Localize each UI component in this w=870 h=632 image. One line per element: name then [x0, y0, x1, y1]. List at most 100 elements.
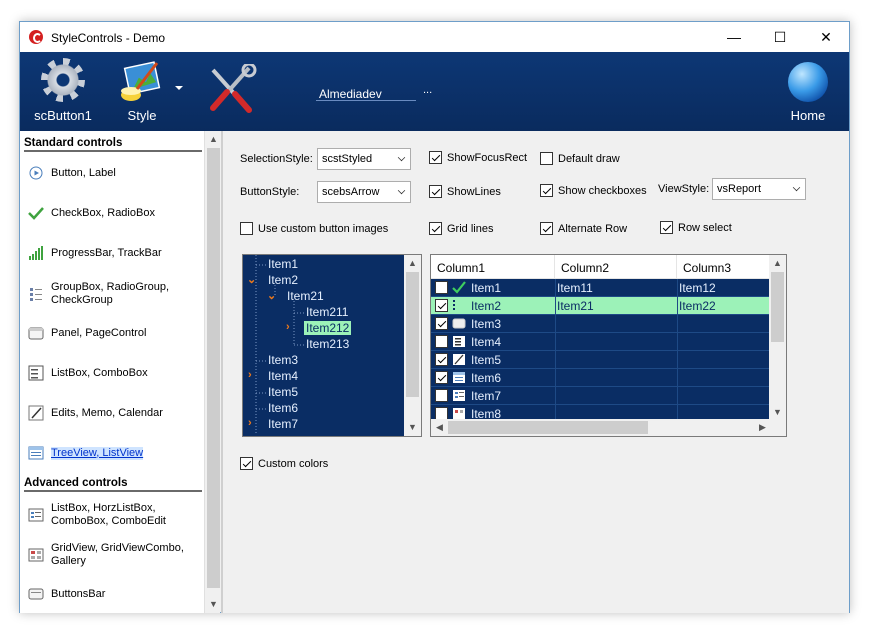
scbutton1-button[interactable]: scButton1	[28, 52, 98, 131]
list-vscroll-thumb[interactable]	[771, 272, 784, 342]
show-checkboxes-checkbox[interactable]: Show checkboxes	[540, 184, 647, 197]
sidebar-item-checkbox-radiobox[interactable]: CheckBox, RadioBox	[28, 205, 203, 221]
list-row[interactable]: Item1 Item11 Item12	[431, 279, 771, 297]
row-select-checkbox[interactable]: Row select	[660, 221, 732, 234]
sidebar-item-panel-pagecontrol[interactable]: Panel, PageControl	[28, 325, 203, 341]
toolbar: scButton1 Style Almediadev ... Home	[20, 52, 849, 131]
default-draw-checkbox[interactable]: Default draw	[540, 152, 620, 165]
sidebar-item-buttonsbar[interactable]: ButtonsBar	[28, 586, 203, 602]
list-row[interactable]: Item6	[431, 369, 771, 387]
maximize-button[interactable]: ☐	[757, 22, 803, 52]
list-hscroll-thumb[interactable]	[448, 421, 648, 434]
app-window: StyleControls - Demo — ☐ ✕ scButton1 Sty…	[19, 21, 850, 613]
list-row[interactable]: Item4	[431, 333, 771, 351]
style-dropdown-arrow-icon[interactable]	[175, 86, 183, 90]
sidebar-item-groupbox[interactable]: GroupBox, RadioGroup, CheckGroup	[28, 281, 203, 307]
chevron-right-icon[interactable]: ›	[248, 369, 252, 381]
list-horizontal-scrollbar[interactable]: ◀ ▶	[431, 419, 771, 436]
tree-node[interactable]: Item21	[287, 289, 324, 303]
column-header[interactable]: Column3	[677, 255, 771, 279]
tree-node[interactable]: Item213	[306, 337, 349, 351]
home-button[interactable]: Home	[778, 52, 838, 131]
sidebar-item-gridview[interactable]: GridView, GridViewCombo, Gallery	[28, 542, 203, 568]
checkbox-label: ShowFocusRect	[447, 151, 528, 164]
checkbox-box[interactable]	[429, 222, 442, 235]
row-checkbox[interactable]	[435, 353, 448, 366]
row-checkbox[interactable]	[435, 299, 448, 312]
checkbox-box[interactable]	[240, 457, 253, 470]
chevron-down-icon	[397, 186, 406, 195]
scroll-up-icon[interactable]: ▲	[205, 131, 220, 148]
custom-colors-checkbox[interactable]: Custom colors	[240, 457, 328, 470]
sidebar-scrollbar[interactable]: ▲ ▼	[204, 131, 220, 613]
row-checkbox[interactable]	[435, 335, 448, 348]
tree-node[interactable]: Item1	[268, 257, 298, 271]
list-row-selected[interactable]: Item2 Item21 Item22	[431, 297, 771, 315]
scroll-up-icon[interactable]: ▲	[404, 255, 421, 272]
checkbox-label: Use custom button images	[258, 222, 389, 235]
list-row[interactable]: Item3	[431, 315, 771, 333]
scroll-left-icon[interactable]: ◀	[431, 419, 448, 436]
sidebar-item-button-label[interactable]: Button, Label	[28, 165, 203, 181]
sidebar-item-listbox-advanced[interactable]: ListBox, HorzListBox, ComboBox, ComboEdi…	[28, 502, 203, 528]
chevron-down-icon[interactable]: ⌄	[267, 289, 276, 302]
tree-node[interactable]: Item3	[268, 353, 298, 367]
scroll-down-icon[interactable]: ▼	[205, 596, 220, 613]
column-header[interactable]: Column1	[431, 255, 555, 279]
chevron-right-icon[interactable]: ›	[286, 321, 290, 333]
tree-scroll-thumb[interactable]	[406, 272, 419, 397]
show-lines-checkbox[interactable]: ShowLines	[429, 185, 501, 198]
row-checkbox[interactable]	[435, 371, 448, 384]
row-checkbox[interactable]	[435, 281, 448, 294]
list-row[interactable]: Item5	[431, 351, 771, 369]
sidebar-item-progressbar-trackbar[interactable]: ProgressBar, TrackBar	[28, 245, 203, 261]
list-vertical-scrollbar[interactable]: ▲ ▼	[769, 255, 786, 421]
selection-style-combo[interactable]: scstStyled	[317, 148, 411, 170]
style-button[interactable]: Style	[112, 52, 172, 131]
checkbox-box[interactable]	[240, 222, 253, 235]
toolbar-edit-text[interactable]: Almediadev	[319, 87, 382, 101]
show-focus-rect-checkbox[interactable]: ShowFocusRect	[429, 151, 527, 164]
checkbox-box[interactable]	[540, 184, 553, 197]
tools-button[interactable]	[202, 52, 262, 131]
row-checkbox[interactable]	[435, 389, 448, 402]
sidebar-item-label: ListBox, HorzListBox, ComboBox, ComboEdi…	[51, 502, 166, 527]
button-style-combo[interactable]: scebsArrow	[317, 181, 411, 203]
checkbox-label: ShowLines	[447, 185, 501, 198]
row-checkbox[interactable]	[435, 317, 448, 330]
scroll-up-icon[interactable]: ▲	[769, 255, 786, 272]
tree-node[interactable]: Item6	[268, 401, 298, 415]
alternate-row-checkbox[interactable]: Alternate Row	[540, 222, 627, 235]
paint-palette-icon	[121, 61, 161, 101]
tree-node[interactable]: Item7	[268, 417, 298, 431]
sidebar-item-edits-memo-calendar[interactable]: Edits, Memo, Calendar	[28, 405, 203, 421]
view-style-combo[interactable]: vsReport	[712, 178, 806, 200]
use-custom-images-checkbox[interactable]: Use custom button images	[240, 222, 388, 235]
close-button[interactable]: ✕	[803, 22, 849, 52]
chevron-down-icon[interactable]: ⌄	[247, 273, 256, 286]
treeview-icon	[452, 371, 466, 384]
tree-scrollbar[interactable]: ▲ ▼	[404, 255, 421, 436]
scroll-down-icon[interactable]: ▼	[404, 419, 421, 436]
checkbox-box[interactable]	[429, 185, 442, 198]
sidebar-scroll-thumb[interactable]	[207, 148, 220, 588]
tree-view[interactable]: Item1 ⌄ Item2 ⌄ Item21 Item211 › Item212…	[242, 254, 422, 437]
tree-node[interactable]: Item4	[268, 369, 298, 383]
toolbar-edit-ellipsis-button[interactable]: ...	[423, 84, 432, 96]
sidebar-item-treeview-listview[interactable]: TreeView, ListView	[28, 445, 203, 461]
column-header[interactable]: Column2	[555, 255, 677, 279]
sidebar-item-listbox-combobox[interactable]: ListBox, ComboBox	[28, 365, 203, 381]
checkbox-box[interactable]	[660, 221, 673, 234]
tree-node[interactable]: Item2	[268, 273, 298, 287]
tree-node-selected[interactable]: Item212	[304, 321, 352, 335]
minimize-button[interactable]: —	[711, 22, 757, 52]
list-view[interactable]: Column1 Column2 Column3 Item1 Item11 Ite…	[430, 254, 787, 437]
chevron-right-icon[interactable]: ›	[248, 417, 252, 429]
list-row[interactable]: Item7	[431, 387, 771, 405]
checkbox-box[interactable]	[429, 151, 442, 164]
tree-node[interactable]: Item211	[306, 305, 348, 319]
checkbox-box[interactable]	[540, 222, 553, 235]
tree-node[interactable]: Item5	[268, 385, 298, 399]
grid-lines-checkbox[interactable]: Grid lines	[429, 222, 493, 235]
checkbox-box[interactable]	[540, 152, 553, 165]
